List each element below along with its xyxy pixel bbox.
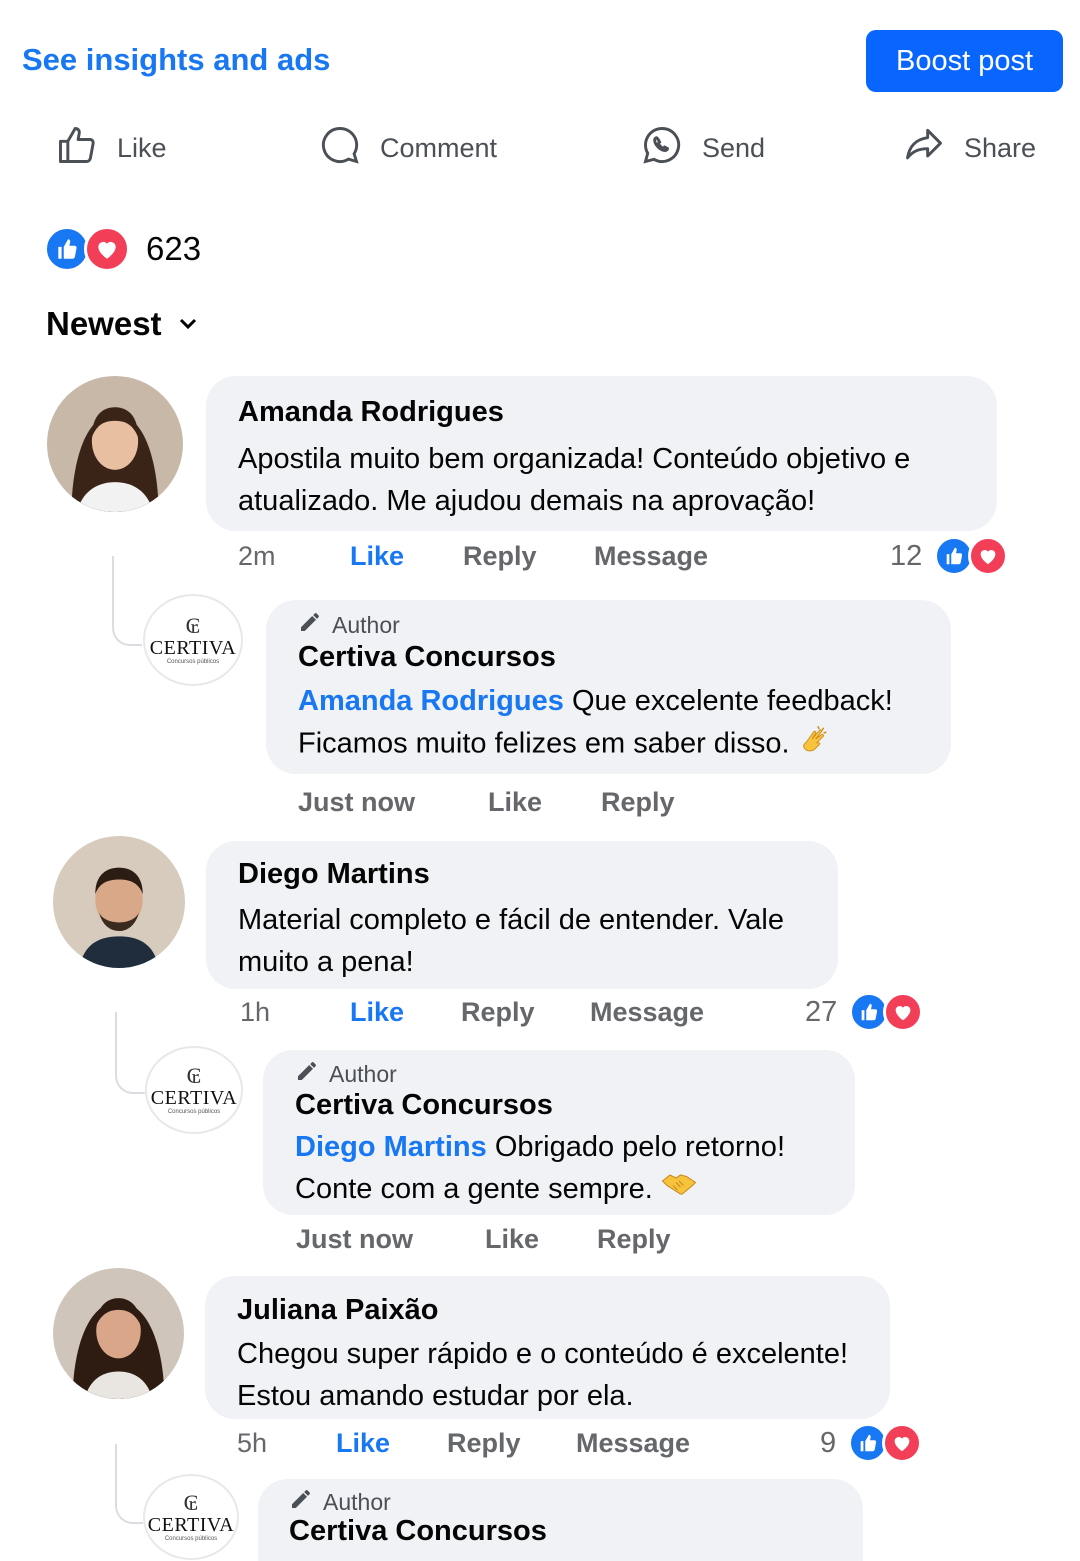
mention-link[interactable]: Diego Martins [295,1131,487,1163]
reaction-count: 623 [146,230,202,267]
whatsapp-icon [640,123,684,174]
clapping-hands-icon [798,722,832,768]
love-reaction-icon [883,992,924,1032]
comment-message-button[interactable]: Message [576,1428,690,1459]
comment-text: Chegou super rápido e o conteúdo é excel… [237,1338,849,1412]
comment-sort-dropdown[interactable]: Newest [46,305,200,343]
comment-action-label: Comment [380,132,498,163]
share-action-button[interactable]: Share [902,118,1036,178]
chevron-down-icon [176,305,200,343]
handshake-icon [661,1169,697,1211]
avatar-diego[interactable] [53,836,185,968]
avatar-certiva[interactable]: ₢ CERTIVA Concursos públicos [143,594,243,686]
avatar-juliana[interactable] [53,1268,184,1399]
avatar-certiva[interactable]: ₢ CERTIVA Concursos públicos [143,1474,239,1560]
certiva-logo-brand: CERTIVA [149,636,237,659]
certiva-logo-brand: CERTIVA [147,1513,235,1536]
like-action-label: Like [117,132,167,163]
author-badge: Author [298,610,400,640]
comment-time: 5h [237,1428,268,1458]
reply-like-button[interactable]: Like [488,787,542,818]
avatar-amanda[interactable] [47,376,183,512]
pencil-icon [289,1487,313,1517]
comment-reply-button[interactable]: Reply [447,1428,521,1459]
comment-reactions[interactable]: 9 [820,1423,923,1463]
reply-text-block: Amanda Rodrigues Que excelente feedback!… [298,680,938,768]
comment-time: 1h [240,997,271,1027]
comment-author-name[interactable]: Juliana Paixão [237,1294,439,1327]
reply-time: Just now [298,787,416,817]
reply-reply-button[interactable]: Reply [597,1224,671,1255]
comment-reaction-count: 27 [805,995,838,1028]
author-badge-label: Author [332,611,400,638]
author-badge-label: Author [329,1060,397,1087]
mention-link[interactable]: Amanda Rodrigues [298,685,564,717]
top-bar: See insights and ads Boost post [0,0,1080,110]
reply-author-name[interactable]: Certiva Concursos [289,1515,547,1548]
thread-connector [112,556,142,646]
reply-author-name[interactable]: Certiva Concursos [298,641,556,674]
comment-like-button[interactable]: Like [350,541,404,572]
reactions-summary[interactable]: 623 [44,225,201,273]
certiva-logo-icon: ₢ [185,613,201,639]
certiva-logo-icon: ₢ [186,1063,202,1089]
thread-connector [115,1012,145,1094]
see-insights-link[interactable]: See insights and ads [22,42,330,78]
comment-time: 2m [238,541,276,571]
author-badge-label: Author [323,1488,391,1515]
comment-author-name[interactable]: Amanda Rodrigues [238,396,504,429]
post-action-bar: Like Comment Send Share [0,118,1080,178]
certiva-logo-brand: CERTIVA [150,1086,238,1109]
send-action-label: Send [702,132,766,163]
comment-reply-button[interactable]: Reply [463,541,537,572]
reply-text-block: Diego Martins Obrigado pelo retorno! Con… [295,1126,835,1211]
thread-connector [115,1444,143,1524]
love-reaction-icon [84,226,130,272]
sort-label: Newest [46,305,162,342]
certiva-logo-sub: Concursos públicos [167,1108,221,1115]
certiva-logo-icon: ₢ [183,1490,199,1516]
share-action-label: Share [964,132,1037,163]
comment-reply-button[interactable]: Reply [461,997,535,1028]
comment-bubble-icon [318,123,362,174]
comment-reactions[interactable]: 12 [890,536,1009,576]
comment-text: Material completo e fácil de entender. V… [238,904,784,978]
comment-message-button[interactable]: Message [590,997,704,1028]
comment-reaction-count: 12 [890,539,923,572]
boost-post-button[interactable]: Boost post [866,30,1063,92]
comment-reactions[interactable]: 27 [805,992,924,1032]
comment-message-button[interactable]: Message [594,541,708,572]
comment-like-button[interactable]: Like [350,997,404,1028]
certiva-logo-sub: Concursos públicos [164,1535,218,1542]
avatar-certiva[interactable]: ₢ CERTIVA Concursos públicos [145,1046,243,1134]
pencil-icon [295,1059,319,1089]
author-badge: Author [295,1059,397,1089]
comment-like-button[interactable]: Like [336,1428,390,1459]
comment-action-button[interactable]: Comment [318,118,497,178]
reply-author-name[interactable]: Certiva Concursos [295,1089,553,1122]
comment-author-name[interactable]: Diego Martins [238,858,430,891]
reply-like-button[interactable]: Like [485,1224,539,1255]
comment-text: Apostila muito bem organizada! Conteúdo … [238,443,911,517]
thumbs-up-icon [55,123,99,174]
love-reaction-icon [882,1423,923,1463]
comment-reaction-count: 9 [820,1426,837,1459]
share-arrow-icon [902,123,946,174]
pencil-icon [298,610,322,640]
certiva-logo-sub: Concursos públicos [166,658,220,665]
love-reaction-icon [968,536,1009,576]
reply-time: Just now [296,1224,414,1254]
author-badge: Author [289,1487,391,1517]
send-action-button[interactable]: Send [640,118,765,178]
like-action-button[interactable]: Like [55,118,167,178]
reply-reply-button[interactable]: Reply [601,787,675,818]
